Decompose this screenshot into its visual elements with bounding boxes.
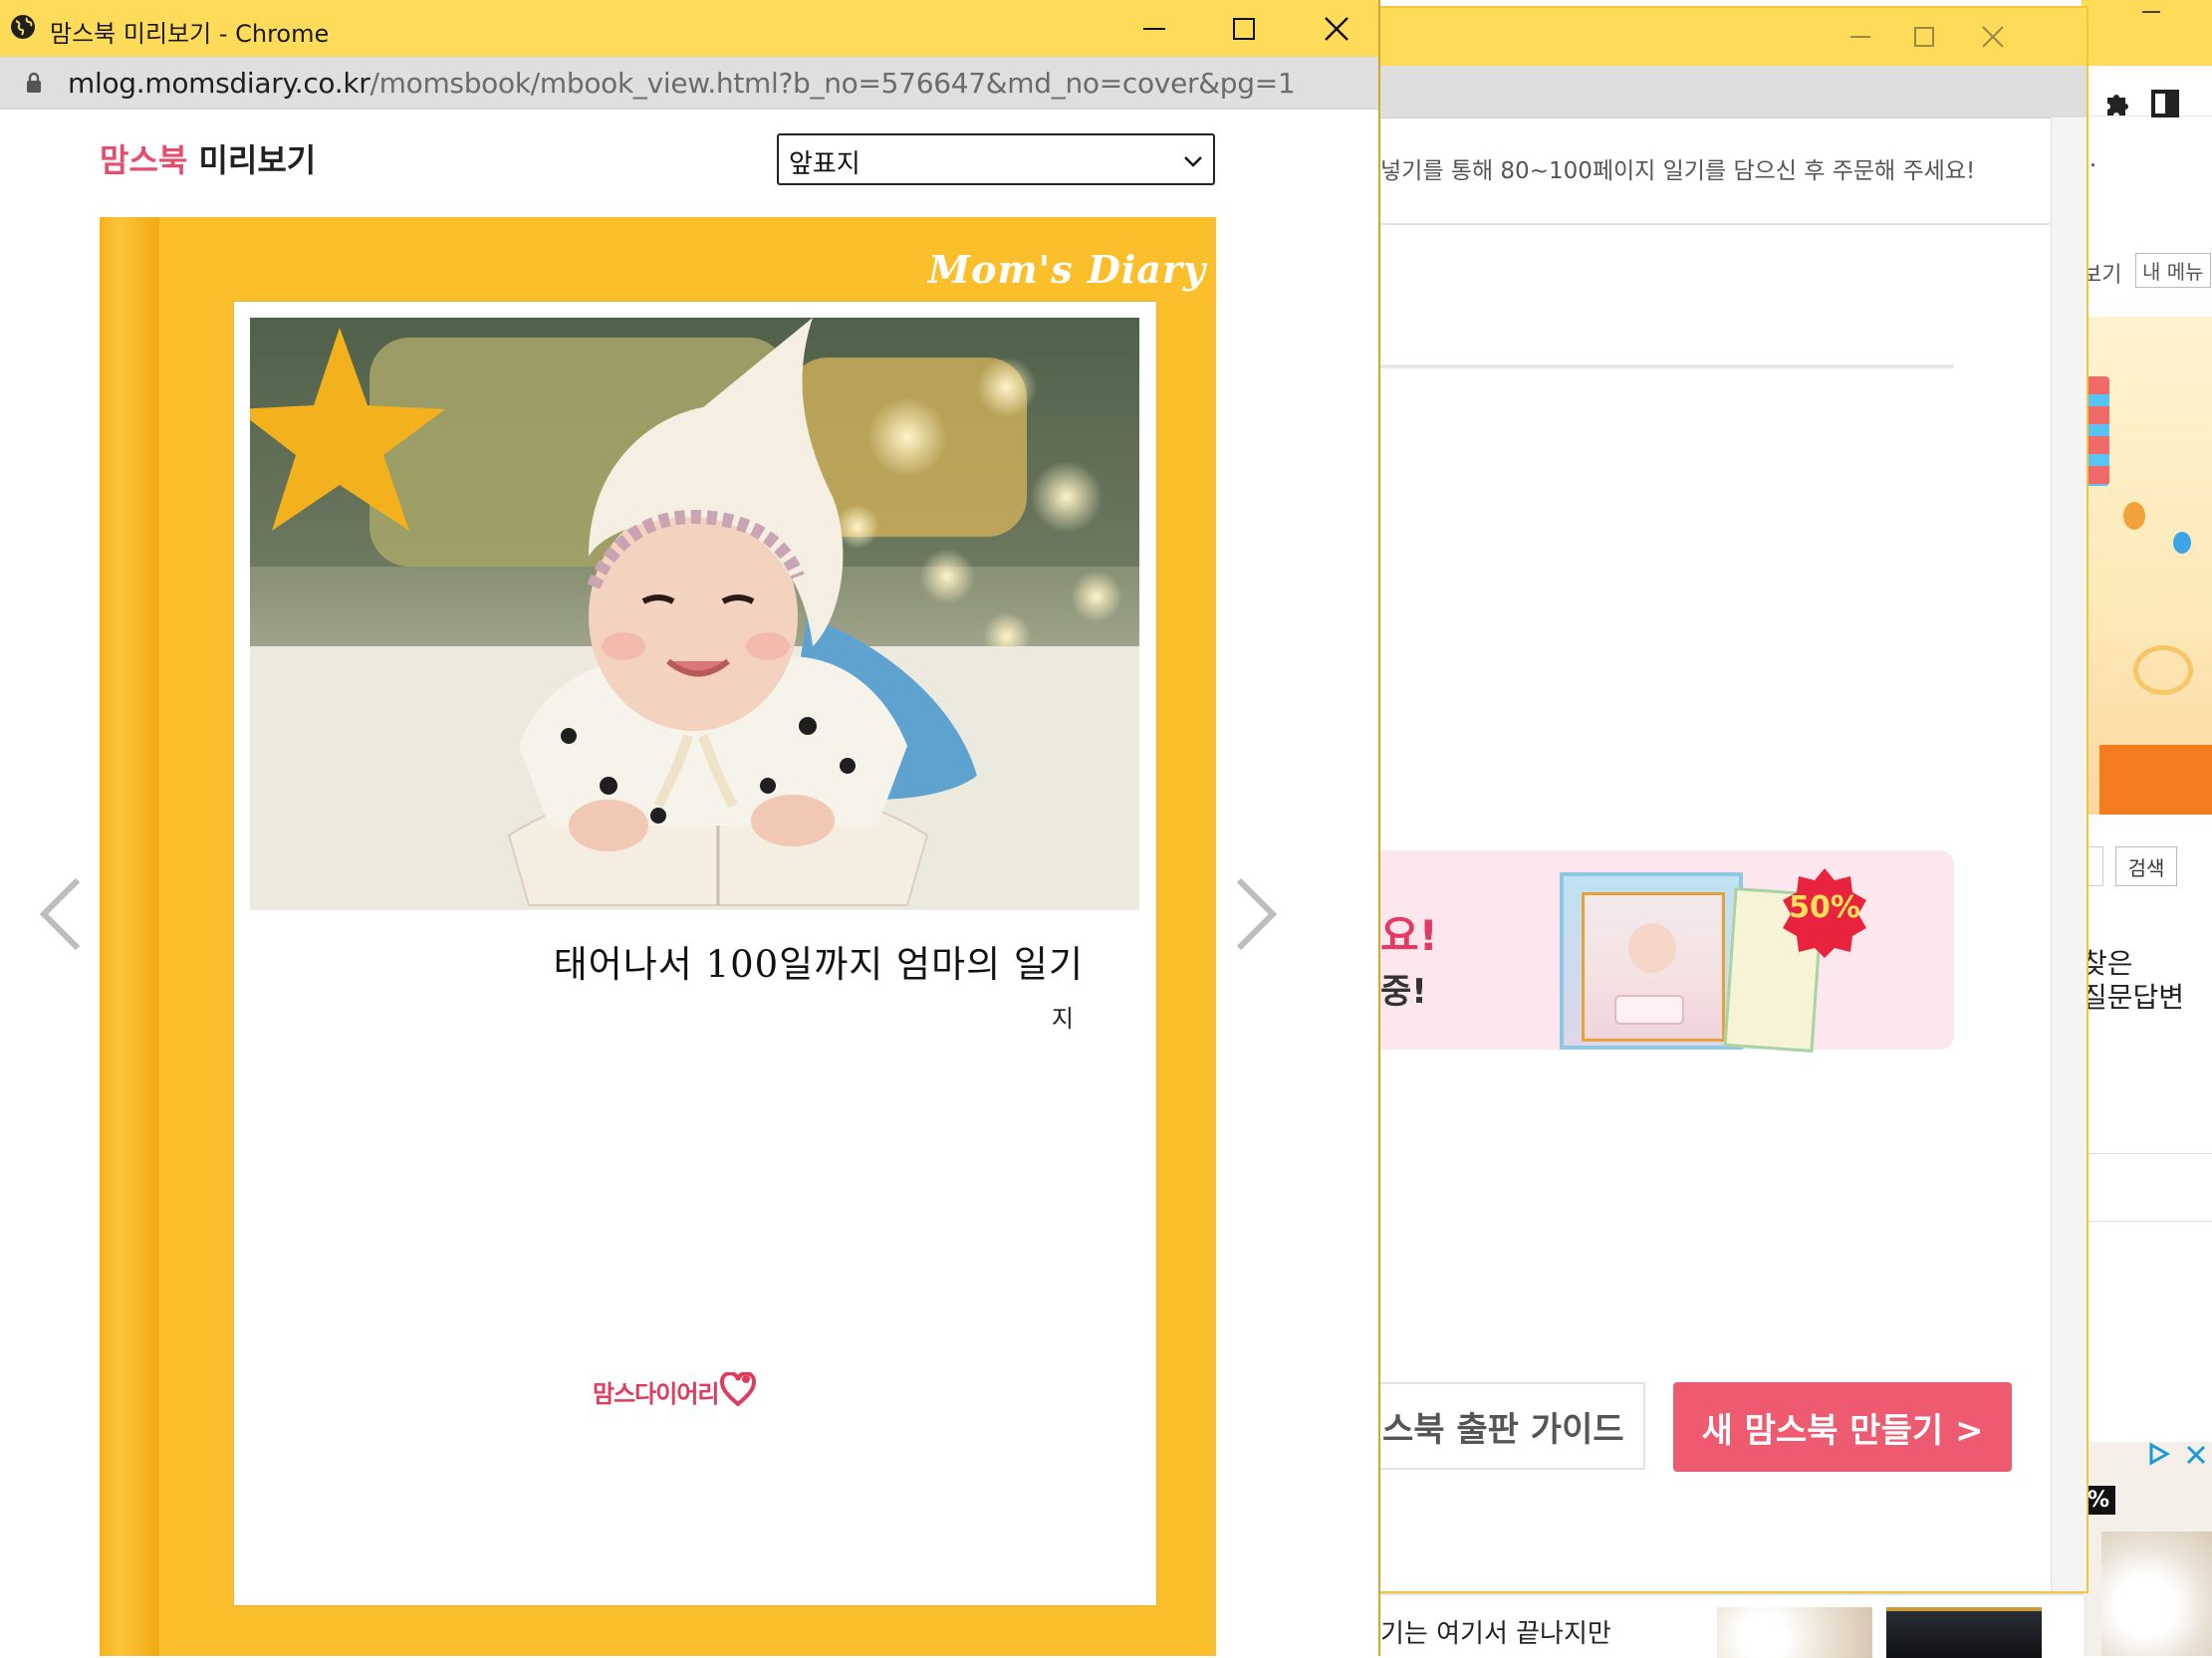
cover-photo-baby bbox=[250, 318, 1139, 910]
close-button[interactable] bbox=[1299, 0, 1374, 57]
divider bbox=[1380, 364, 1954, 368]
close-button[interactable] bbox=[1958, 8, 2028, 66]
window-titlebar bbox=[1380, 8, 2087, 66]
balloon-icon bbox=[2173, 532, 2191, 554]
balloon-icon bbox=[2123, 502, 2145, 530]
bottom-strip: 기는 여기서 끝나지만 bbox=[1380, 1593, 2084, 1658]
globe-icon bbox=[10, 14, 36, 44]
ad-close-icon[interactable] bbox=[2185, 1444, 2207, 1470]
publisher-logo: 맘스다이어리 bbox=[593, 1370, 757, 1410]
ad-choices-icon[interactable] bbox=[2145, 1442, 2173, 1470]
bag-thumbnail bbox=[1886, 1607, 2042, 1658]
qna-line-2: 질문답변 bbox=[2082, 981, 2185, 1014]
notice-text: 넣기를 통해 80~100페이지 일기를 담으신 후 주문해 주세요! bbox=[1380, 158, 1976, 184]
book-spine bbox=[100, 217, 159, 1656]
side-scrollbar[interactable] bbox=[2051, 118, 2087, 1591]
window-title: 맘스북 미리보기 - Chrome bbox=[50, 20, 330, 48]
heart-logo-icon bbox=[720, 1370, 757, 1410]
previous-page-arrow-icon[interactable] bbox=[36, 876, 86, 956]
side-panel-icon[interactable] bbox=[2151, 90, 2179, 121]
divider bbox=[2082, 1153, 2212, 1154]
dot-text: . bbox=[2089, 147, 2096, 172]
browser-toolbar bbox=[1380, 66, 2087, 118]
promo-illustration bbox=[2082, 317, 2212, 815]
browser-toolbar bbox=[2082, 66, 2212, 118]
address-bar[interactable]: mlog.momsdiary.co.kr/momsbook/mbook_view… bbox=[0, 57, 1378, 110]
book-cover: Mom's Diary 태어나서 100일까지 엄마의 일기 지 맘스다이어리 bbox=[100, 217, 1216, 1656]
divider bbox=[1380, 223, 2050, 225]
popup-preview-window: 맘스북 미리보기 - Chrome mlog.momsdiary.co.kr/m… bbox=[0, 0, 1380, 1656]
book-author: 지 bbox=[1051, 1005, 1074, 1033]
url-domain: mlog.momsdiary.co.kr bbox=[68, 67, 370, 100]
maximize-button[interactable] bbox=[1209, 0, 1279, 57]
book-title: 태어나서 100일까지 엄마의 일기 bbox=[553, 943, 1084, 986]
orange-floor bbox=[2099, 745, 2212, 815]
page-select-value: 앞표지 bbox=[789, 149, 860, 179]
logo-preview: 미리보기 bbox=[198, 141, 317, 179]
cover-page: 태어나서 100일까지 엄마의 일기 지 맘스다이어리 bbox=[233, 301, 1157, 1606]
window-titlebar: 맘스북 미리보기 - Chrome bbox=[0, 0, 1378, 57]
publish-guide-button[interactable]: 스북 출판 가이드 bbox=[1380, 1382, 1645, 1470]
banner-headline: 요! bbox=[1380, 911, 1438, 960]
puzzle-icon[interactable] bbox=[2103, 88, 2133, 121]
bottom-text: 기는 여기서 끝나지만 bbox=[1380, 1619, 1611, 1649]
preview-logo: 맘스북 미리보기 bbox=[100, 135, 316, 181]
pearl-thumbnail bbox=[1717, 1607, 1872, 1658]
logo-momsbook: 맘스북 bbox=[100, 141, 188, 179]
ad-necklace-image bbox=[2101, 1532, 2212, 1656]
url-text[interactable]: mlog.momsdiary.co.kr/momsbook/mbook_view… bbox=[68, 67, 1296, 100]
brand-script-title: Mom's Diary bbox=[928, 247, 1206, 292]
main-site-window: 넣기를 통해 80~100페이지 일기를 담으신 후 주문해 주세요! 요! 중… bbox=[1378, 6, 2089, 1593]
next-page-arrow-icon[interactable] bbox=[1231, 876, 1281, 956]
search-button[interactable]: 검색 bbox=[2115, 846, 2177, 886]
new-momsbook-button[interactable]: 새 맘스북 만들기 > bbox=[1673, 1382, 2012, 1472]
minimize-button[interactable] bbox=[1119, 0, 1189, 57]
ad-banner[interactable]: % bbox=[2082, 1442, 2212, 1656]
minimize-button[interactable] bbox=[1831, 8, 1890, 66]
divider bbox=[2082, 1221, 2212, 1222]
swing-ring bbox=[2133, 645, 2193, 695]
discount-badge-text: 50% bbox=[1789, 890, 1860, 925]
publisher-logo-text: 맘스다이어리 bbox=[593, 1379, 719, 1408]
maximize-button[interactable] bbox=[1894, 8, 1954, 66]
background-browser-window: . 보기 내 메뉴 검색 찾은 질문답변 % bbox=[2082, 0, 2212, 1656]
baby-face bbox=[1628, 923, 1676, 973]
minimize-button[interactable] bbox=[2121, 0, 2181, 24]
lock-icon[interactable] bbox=[26, 72, 42, 98]
url-path: /momsbook/mbook_view.html?b_no=576647&md… bbox=[369, 67, 1296, 100]
page-select[interactable]: 앞표지 bbox=[777, 133, 1215, 185]
window-titlebar bbox=[2082, 0, 2212, 66]
publish-guide-button[interactable] bbox=[1380, 976, 1779, 1040]
my-menu-button[interactable]: 내 메뉴 bbox=[2135, 253, 2211, 288]
chevron-down-icon bbox=[1183, 153, 1203, 172]
